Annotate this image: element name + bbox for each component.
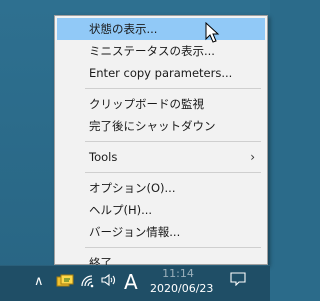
clock-time: 11:14 xyxy=(162,267,194,280)
notification-icon[interactable] xyxy=(230,272,246,286)
menu-item-show-mini-status[interactable]: ミニステータスの表示... xyxy=(57,40,265,62)
mouse-cursor-icon xyxy=(205,22,220,43)
menu-item-version-info[interactable]: バージョン情報... xyxy=(57,221,265,243)
menu-item-shutdown-after-complete[interactable]: 完了後にシャットダウン xyxy=(57,115,265,137)
menu-separator xyxy=(85,172,261,173)
speaker-icon[interactable] xyxy=(101,273,117,287)
taskbar-clock[interactable]: 11:14 2020/06/23 xyxy=(150,266,214,296)
menu-item-options[interactable]: オプション(O)... xyxy=(57,177,265,199)
network-icon[interactable] xyxy=(80,274,96,288)
menu-separator xyxy=(85,88,261,89)
app-tray-icon[interactable] xyxy=(56,274,74,288)
menu-item-clipboard-monitor[interactable]: クリップボードの監視 xyxy=(57,93,265,115)
menu-separator xyxy=(85,141,261,142)
menu-separator xyxy=(85,247,261,248)
chevron-right-icon: › xyxy=(250,150,255,164)
menu-item-help[interactable]: ヘルプ(H)... xyxy=(57,199,265,221)
taskbar: ∧ A 11:14 2020/06/23 xyxy=(0,265,270,301)
menu-item-show-status[interactable]: 状態の表示... xyxy=(57,18,265,40)
clock-date: 2020/06/23 xyxy=(150,282,214,295)
menu-item-tools[interactable]: Tools › xyxy=(57,146,265,168)
context-menu: 状態の表示... ミニステータスの表示... Enter copy parame… xyxy=(54,15,268,270)
ime-indicator[interactable]: A xyxy=(124,270,138,294)
chevron-up-icon[interactable]: ∧ xyxy=(34,274,44,289)
menu-item-enter-copy-parameters[interactable]: Enter copy parameters... xyxy=(57,62,265,84)
